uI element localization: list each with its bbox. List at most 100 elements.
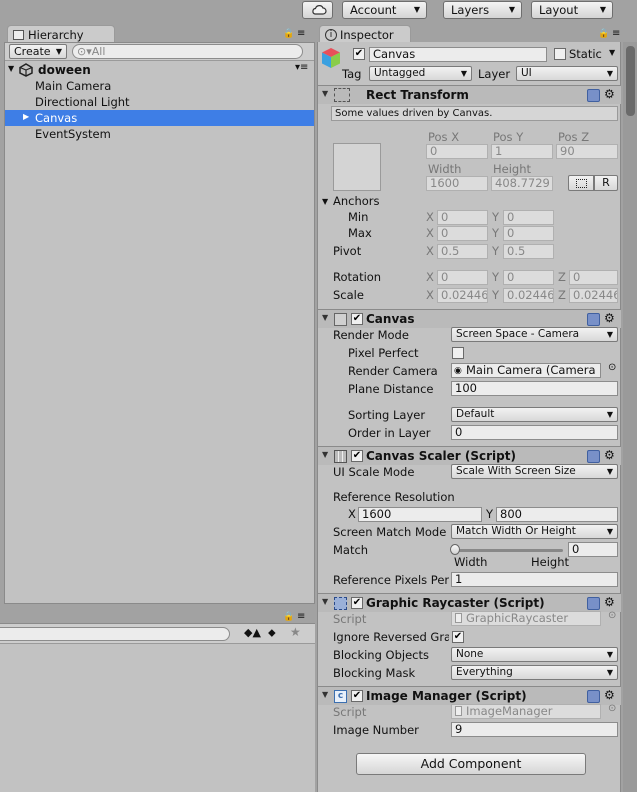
screen-match-mode-dropdown[interactable]: Match Width Or Height ▼	[451, 524, 618, 539]
reference-resolution-y-field[interactable]: 800	[496, 507, 618, 522]
scrollbar-thumb[interactable]	[626, 46, 635, 116]
layers-label: Layers	[451, 3, 490, 17]
hierarchy-item-directional-light[interactable]: Directional Light	[35, 94, 130, 110]
search-input[interactable]: ⊙▾All	[72, 44, 303, 59]
scale-x-field[interactable]: 0.02446	[437, 288, 488, 303]
gear-icon[interactable]: ⚙	[604, 311, 615, 325]
render-camera-field[interactable]: ◉ Main Camera (Camera	[451, 363, 601, 378]
fold-icon[interactable]: ▼	[322, 450, 328, 459]
render-mode-dropdown[interactable]: Screen Space - Camera ▼	[451, 327, 618, 342]
menu-icon[interactable]: ≡	[297, 611, 305, 622]
anchor-max-x-field[interactable]: 0	[437, 226, 488, 241]
fold-icon[interactable]: ▼	[322, 89, 328, 98]
match-slider-track[interactable]	[454, 549, 563, 552]
hierarchy-item-canvas[interactable]: ▶ Canvas	[5, 110, 314, 126]
width-field[interactable]: 1600	[426, 176, 488, 191]
filter-type-icon[interactable]: ◆▲	[244, 626, 261, 639]
sorting-layer-value: Default	[456, 408, 495, 420]
hierarchy-item-main-camera[interactable]: Main Camera	[35, 78, 111, 94]
gear-icon[interactable]: ⚙	[604, 595, 615, 609]
gear-icon[interactable]: ⚙	[604, 87, 615, 101]
chevron-down-icon[interactable]: ▼	[609, 48, 615, 57]
order-in-layer-field[interactable]: 0	[451, 425, 618, 440]
scale-y-field[interactable]: 0.02446	[503, 288, 554, 303]
graphic-raycaster-enabled-checkbox[interactable]: ✔	[351, 597, 363, 609]
pos-x-field[interactable]: 0	[426, 144, 488, 159]
static-checkbox[interactable]	[554, 48, 566, 60]
object-picker-icon[interactable]: ⊙	[608, 362, 616, 373]
pos-y-field[interactable]: 1	[491, 144, 553, 159]
account-button[interactable]: Account ▼	[342, 1, 427, 19]
blocking-objects-dropdown[interactable]: None ▼	[451, 647, 618, 662]
match-width-label: Width	[454, 555, 488, 569]
menu-icon[interactable]: ≡	[297, 28, 305, 39]
rect-transform-header[interactable]: ▼ Rect Transform ⚙	[318, 85, 621, 104]
raycaster-icon	[334, 597, 347, 610]
gear-icon[interactable]: ⚙	[604, 688, 615, 702]
plane-distance-field[interactable]: 100	[451, 381, 618, 396]
active-checkbox[interactable]: ✔	[353, 48, 365, 60]
ui-scale-mode-dropdown[interactable]: Scale With Screen Size ▼	[451, 464, 618, 479]
reference-pixels-field[interactable]: 1	[451, 572, 618, 587]
blocking-mask-label: Blocking Mask	[333, 666, 416, 680]
lock-icon[interactable]: 🔒	[598, 29, 609, 39]
fold-icon[interactable]: ▼	[322, 197, 328, 206]
scene-menu-icon[interactable]: ▾≡	[295, 62, 308, 73]
lock-icon[interactable]: 🔒	[283, 29, 294, 39]
reference-resolution-x-field[interactable]: 1600	[358, 507, 482, 522]
blueprint-mode-button[interactable]	[568, 175, 594, 191]
rotation-x-field[interactable]: 0	[437, 270, 488, 285]
canvas-enabled-checkbox[interactable]: ✔	[351, 313, 363, 325]
lock-icon[interactable]: 🔒	[283, 612, 294, 622]
fold-icon[interactable]: ▼	[322, 690, 328, 699]
add-component-button[interactable]: Add Component	[356, 753, 586, 775]
tag-icon[interactable]: ⬥	[268, 626, 276, 640]
render-camera-value: Main Camera (Camera	[466, 363, 596, 377]
scene-row[interactable]: ▼ doween ▾≡	[5, 62, 314, 78]
pivot-x-field[interactable]: 0.5	[437, 244, 488, 259]
expand-arrow-icon[interactable]: ▶	[23, 112, 29, 121]
menu-icon[interactable]: ≡	[612, 28, 620, 39]
pixel-perfect-label: Pixel Perfect	[348, 346, 419, 360]
image-manager-enabled-checkbox[interactable]: ✔	[351, 690, 363, 702]
fold-icon[interactable]: ▼	[322, 597, 328, 606]
sorting-layer-dropdown[interactable]: Default ▼	[451, 407, 618, 422]
layers-button[interactable]: Layers ▼	[443, 1, 522, 19]
rotation-y-field[interactable]: 0	[503, 270, 554, 285]
create-dropdown[interactable]: Create ▼	[9, 44, 67, 59]
scale-z-field[interactable]: 0.02446	[569, 288, 618, 303]
screen-match-mode-value: Match Width Or Height	[456, 525, 576, 537]
script-field: GraphicRaycaster	[451, 611, 601, 626]
star-icon[interactable]: ★	[290, 625, 301, 639]
pixel-perfect-checkbox[interactable]	[452, 347, 464, 359]
rotation-z-field[interactable]: 0	[569, 270, 618, 285]
layout-button[interactable]: Layout ▼	[531, 1, 613, 19]
blocking-mask-dropdown[interactable]: Everything ▼	[451, 665, 618, 680]
help-book-icon[interactable]	[587, 597, 600, 610]
image-number-field[interactable]: 9	[451, 722, 618, 737]
raw-edit-button[interactable]: R	[594, 175, 618, 191]
help-book-icon[interactable]	[587, 690, 600, 703]
anchor-min-y-field[interactable]: 0	[503, 210, 554, 225]
object-name-input[interactable]: Canvas	[369, 47, 547, 62]
project-search-input[interactable]	[0, 627, 230, 641]
pos-z-field[interactable]: 90	[556, 144, 618, 159]
ignore-reversed-checkbox[interactable]: ✔	[452, 631, 464, 643]
help-book-icon[interactable]	[587, 89, 600, 102]
canvas-scaler-enabled-checkbox[interactable]: ✔	[351, 450, 363, 462]
tag-dropdown[interactable]: Untagged ▼	[369, 66, 472, 81]
height-field[interactable]: 408.7729	[491, 176, 553, 191]
anchor-min-x-field[interactable]: 0	[437, 210, 488, 225]
help-book-icon[interactable]	[587, 450, 600, 463]
fold-icon[interactable]: ▼	[322, 313, 328, 322]
pivot-y-field[interactable]: 0.5	[503, 244, 554, 259]
help-book-icon[interactable]	[587, 313, 600, 326]
anchor-max-y-field[interactable]: 0	[503, 226, 554, 241]
anchor-preset-box[interactable]	[333, 143, 381, 191]
hierarchy-item-eventsystem[interactable]: EventSystem	[35, 126, 111, 142]
fold-icon[interactable]: ▼	[8, 64, 14, 73]
match-value-field[interactable]: 0	[568, 542, 618, 557]
cloud-button[interactable]	[302, 1, 333, 19]
layer-dropdown[interactable]: UI ▼	[516, 66, 618, 81]
gear-icon[interactable]: ⚙	[604, 448, 615, 462]
